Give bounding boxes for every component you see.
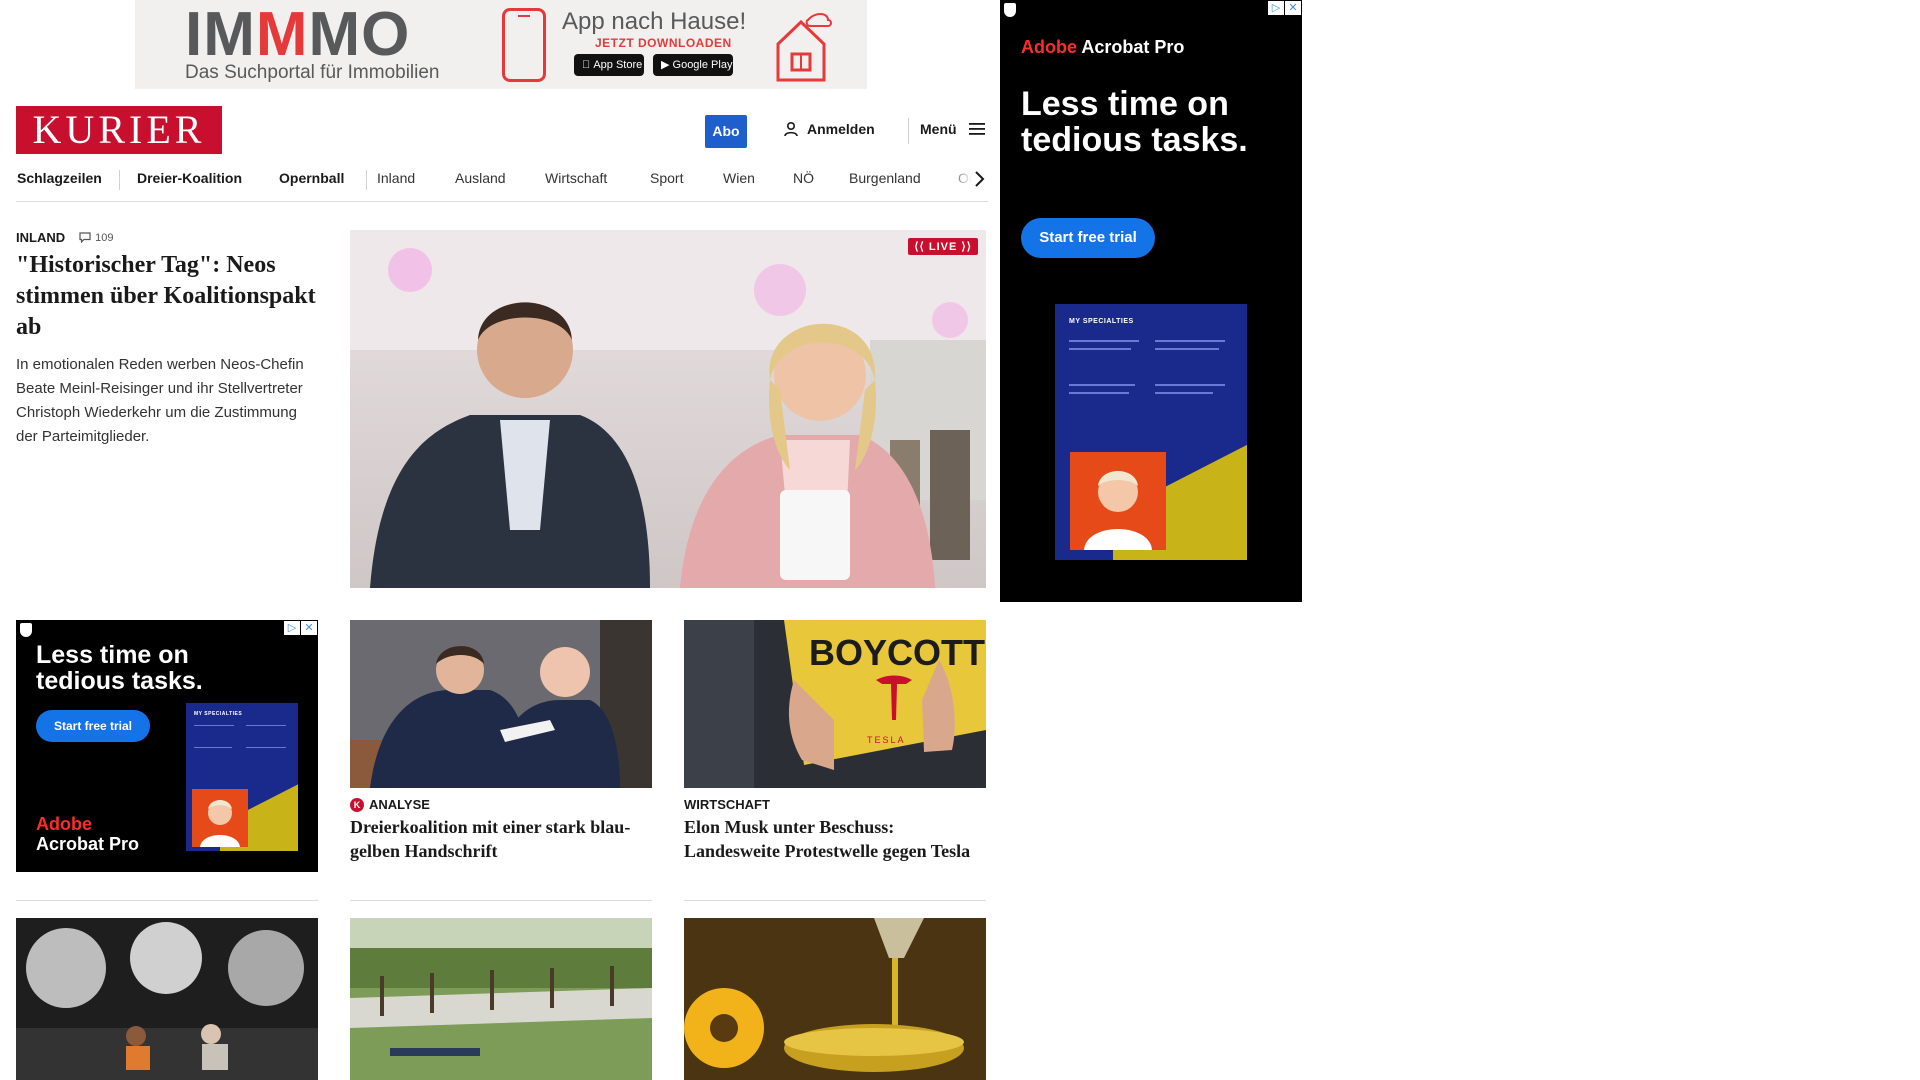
menu-button[interactable]: Menü [920, 121, 985, 137]
top-banner-ad[interactable]: IMMMO Das Suchportal für Immobilien App … [135, 0, 867, 89]
nav-item-opernball[interactable]: Opernball [279, 170, 344, 186]
adobe-brand: Adobe Acrobat Pro [1021, 37, 1185, 57]
adchoices-icon[interactable]: ▷ [284, 621, 300, 635]
close-icon[interactable]: ✕ [1285, 1, 1301, 15]
card-image-oil[interactable] [684, 918, 986, 1080]
ad-headline: Less time on tedious tasks. [1021, 85, 1248, 159]
chevron-right-icon[interactable] [972, 170, 986, 188]
nav-item-noe[interactable]: NÖ [793, 170, 814, 186]
lead-category-row: INLAND 109 [16, 230, 113, 245]
ad-poster-image: MY SPECIALTIES [186, 703, 298, 851]
section-nav: Schlagzeilen Dreier-Koalition Opernball … [16, 166, 988, 202]
card-image-park[interactable] [350, 918, 652, 1080]
immmo-logo: IMMMO [185, 0, 411, 69]
tesla-sign-text: TESLA [867, 735, 906, 745]
side-ad-adobe[interactable]: ▷ ✕ Adobe Acrobat Pro Less time on tedio… [1000, 0, 1302, 602]
card-image-tesla[interactable]: BOYCOTT TESLA [684, 620, 986, 788]
card-headline-analyse[interactable]: Dreierkoalition mit einer stark blau-gel… [350, 815, 652, 863]
phone-icon [502, 8, 546, 82]
nav-item-ausland[interactable]: Ausland [455, 170, 506, 186]
card-image-event[interactable] [16, 918, 318, 1080]
nav-item-schlagzeilen[interactable]: Schlagzeilen [17, 170, 102, 186]
nav-item-wien[interactable]: Wien [723, 170, 755, 186]
adchoices[interactable]: ▷ ✕ [284, 621, 317, 635]
start-free-trial-button[interactable]: Start free trial [36, 710, 150, 742]
card-category-wirtschaft[interactable]: WIRTSCHAFT [684, 797, 770, 812]
nav-item-inland[interactable]: Inland [377, 170, 415, 186]
google-play-badge[interactable]: ▶ Google Play [653, 54, 733, 76]
ad-app-title: App nach Hause! [562, 8, 747, 35]
row-divider [16, 900, 318, 901]
immmo-tagline: Das Suchportal für Immobilien [185, 62, 440, 83]
ad-download-label: JETZT DOWNLOADEN [595, 36, 732, 50]
card-category-analyse[interactable]: K ANALYSE [350, 797, 430, 812]
header-divider [908, 118, 909, 144]
adobe-brand: Adobe Acrobat Pro [36, 814, 140, 854]
nav-divider [119, 170, 120, 190]
nav-item-wirtschaft[interactable]: Wirtschaft [545, 170, 607, 186]
nav-divider [366, 170, 367, 190]
adchoices-icon[interactable]: ▷ [1268, 1, 1284, 15]
card-headline-tesla[interactable]: Elon Musk unter Beschuss: Landesweite Pr… [684, 815, 986, 863]
ad-shield-icon [20, 623, 32, 637]
small-ad-adobe[interactable]: ▷ ✕ Less time on tedious tasks. Start fr… [16, 620, 318, 872]
abo-button[interactable]: Abo [705, 115, 747, 148]
house-icon [776, 13, 832, 82]
row-divider [350, 900, 652, 901]
row-divider [684, 900, 986, 901]
nav-item-sport[interactable]: Sport [650, 170, 683, 186]
boycott-sign-text: BOYCOTT [809, 632, 985, 673]
lead-category[interactable]: INLAND [16, 230, 65, 245]
comment-icon [79, 232, 91, 243]
app-store-badge[interactable]:  App Store [574, 54, 644, 76]
lead-teaser: In emotionalen Reden werben Neos-Chefin … [16, 356, 304, 445]
hamburger-icon [968, 123, 985, 135]
start-free-trial-button[interactable]: Start free trial [1021, 218, 1155, 258]
card-image-analyse[interactable] [350, 620, 652, 788]
login-label: Anmelden [807, 121, 875, 137]
live-badge: ⟨⟨ LIVE ⟩⟩ [908, 238, 978, 255]
lead-headline[interactable]: "Historischer Tag": Neos stimmen über Ko… [16, 250, 316, 343]
ad-shield-icon [1004, 3, 1016, 17]
nav-item-dreier-koalition[interactable]: Dreier-Koalition [137, 170, 242, 186]
kurier-logo[interactable]: KURIER [16, 106, 222, 154]
adchoices[interactable]: ▷ ✕ [1268, 1, 1301, 15]
ad-poster-image: MY SPECIALTIES [1055, 304, 1247, 560]
nav-item-burgenland[interactable]: Burgenland [849, 170, 921, 186]
comment-count[interactable]: 109 [79, 232, 113, 244]
menu-label: Menü [920, 121, 957, 137]
close-icon[interactable]: ✕ [301, 621, 317, 635]
ad-headline: Less time on tedious tasks. [36, 641, 203, 695]
user-icon [784, 121, 798, 137]
kurier-k-icon: K [350, 797, 364, 812]
lead-image[interactable]: ⟨⟨ LIVE ⟩⟩ [350, 230, 986, 588]
login-button[interactable]: Anmelden [783, 121, 875, 137]
